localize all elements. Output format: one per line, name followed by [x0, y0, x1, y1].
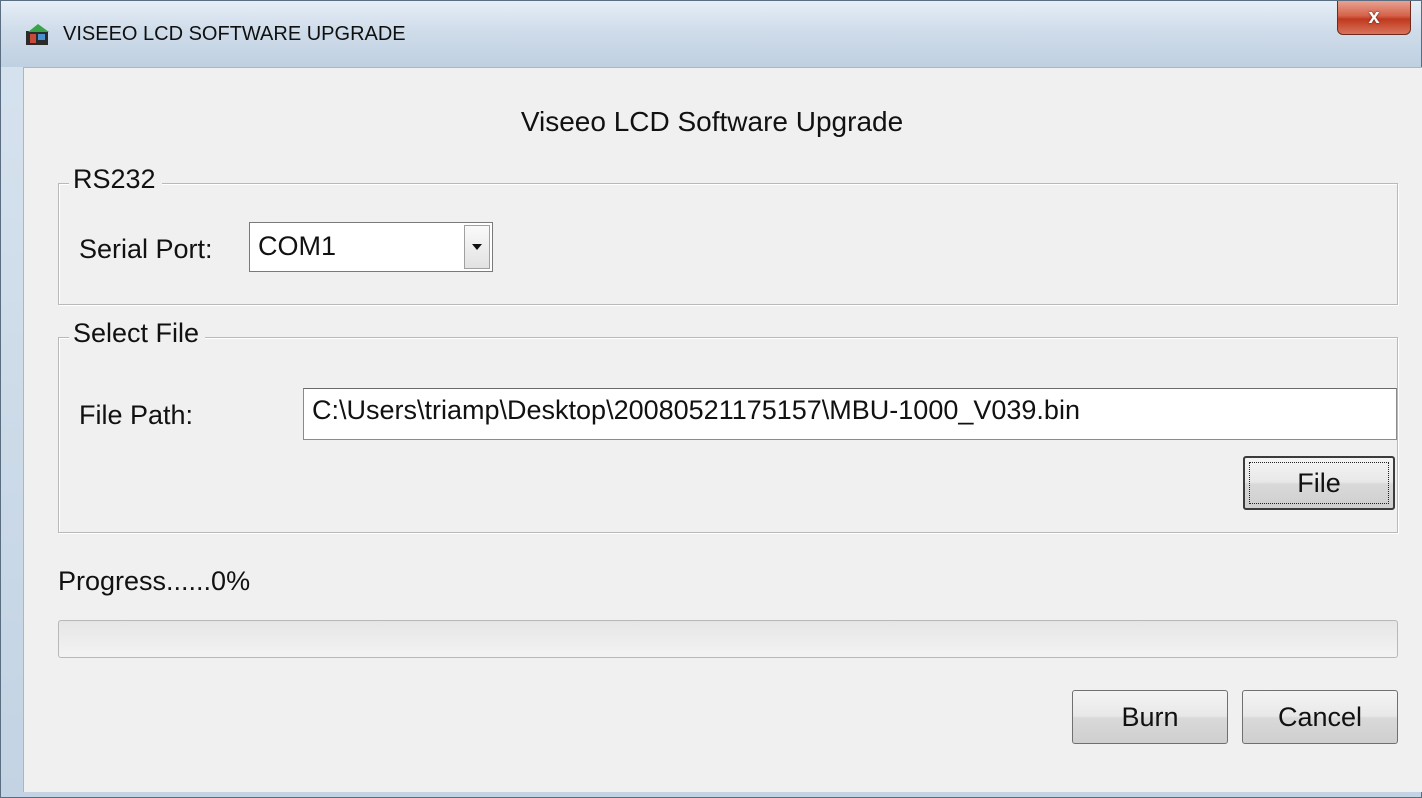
serial-port-label: Serial Port:	[79, 234, 213, 264]
select-file-group-label: Select File	[69, 318, 206, 349]
serial-port-value: COM1	[258, 231, 337, 261]
rs232-group-label: RS232	[69, 164, 162, 195]
serial-port-dropdown[interactable]: COM1	[249, 222, 493, 272]
app-icon	[26, 24, 49, 45]
title-bar[interactable]: VISEEO LCD SOFTWARE UPGRADE x	[1, 1, 1421, 67]
close-icon: x	[1368, 6, 1380, 28]
file-browse-button[interactable]: File	[1243, 456, 1395, 510]
chevron-down-icon[interactable]	[464, 225, 490, 269]
dialog-client-area: Viseeo LCD Software Upgrade RS232 Serial…	[23, 67, 1422, 792]
rs232-group: RS232 Serial Port: COM1	[58, 164, 1398, 305]
file-path-label: File Path:	[79, 400, 194, 430]
window-title: VISEEO LCD SOFTWARE UPGRADE	[63, 23, 406, 45]
close-button[interactable]: x	[1337, 1, 1411, 35]
select-file-group: Select File File Path: C:\Users\triamp\D…	[58, 318, 1398, 533]
progress-bar	[58, 620, 1398, 658]
focus-ring	[1249, 462, 1389, 504]
file-path-value: C:\Users\triamp\Desktop\20080521175157\M…	[312, 395, 1080, 425]
cancel-button[interactable]: Cancel	[1242, 690, 1398, 744]
upgrade-window: VISEEO LCD SOFTWARE UPGRADE x Viseeo LCD…	[0, 0, 1422, 798]
burn-button-label: Burn	[1121, 701, 1179, 732]
progress-label: Progress......0%	[58, 566, 251, 596]
cancel-button-label: Cancel	[1277, 701, 1363, 732]
dialog-heading: Viseeo LCD Software Upgrade	[520, 106, 904, 137]
file-path-input[interactable]: C:\Users\triamp\Desktop\20080521175157\M…	[303, 388, 1397, 440]
burn-button[interactable]: Burn	[1072, 690, 1228, 744]
